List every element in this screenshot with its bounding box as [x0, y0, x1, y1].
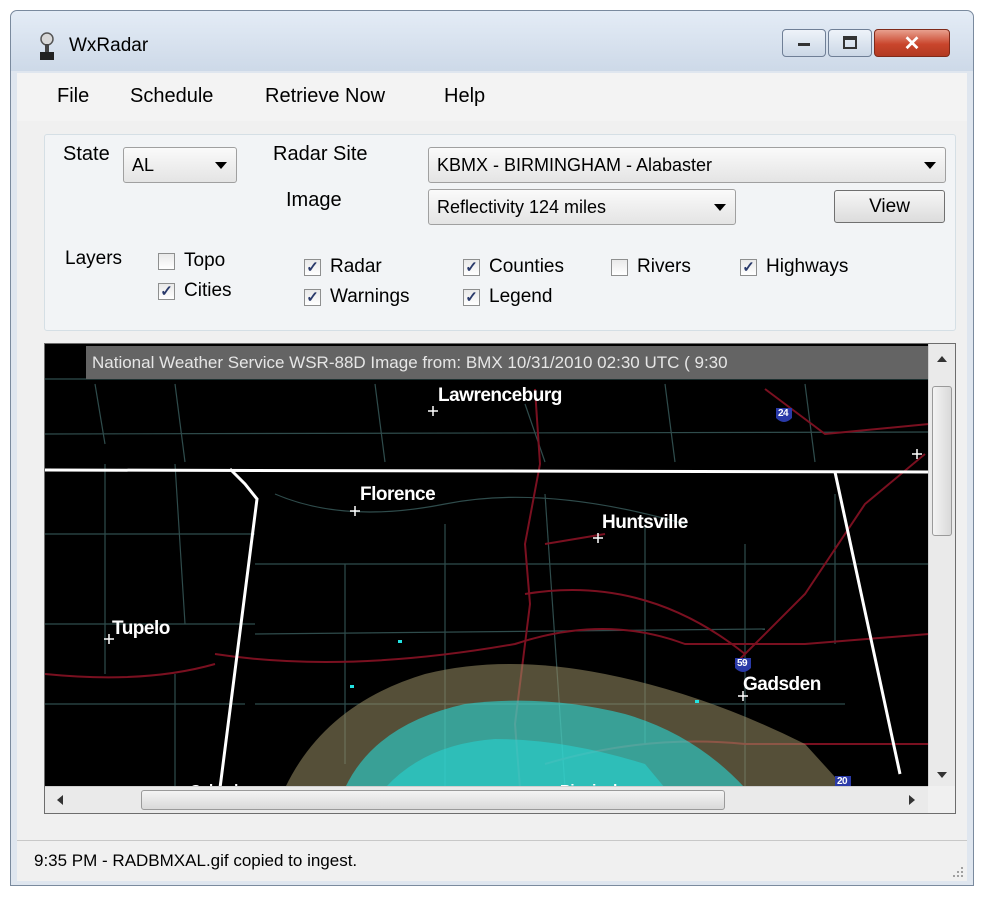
maximize-button[interactable] [828, 29, 872, 57]
layers-label: Layers [65, 248, 123, 269]
radar-image-view[interactable]: Lawrenceburg Florence Huntsville Tupelo … [44, 343, 956, 814]
layer-topo[interactable]: Topo [158, 250, 225, 272]
checkbox-checked[interactable]: ✓ [304, 258, 321, 276]
layer-cities[interactable]: ✓ Cities [158, 280, 232, 302]
layer-legend[interactable]: ✓ Legend [463, 286, 552, 308]
app-window: WxRadar ✕ File Schedule Retrieve Now Hel… [10, 10, 974, 886]
close-icon: ✕ [903, 32, 921, 55]
menu-retrieve-now[interactable]: Retrieve Now [265, 85, 385, 108]
radar-site-dropdown[interactable]: KBMX - BIRMINGHAM - Alabaster [428, 147, 946, 183]
shield-label: 24 [778, 408, 789, 419]
vertical-scrollbar[interactable] [928, 344, 955, 788]
layer-highways[interactable]: ✓ Highways [740, 256, 848, 278]
checkbox-checked[interactable]: ✓ [158, 282, 175, 300]
layer-cities-label: Cities [184, 280, 232, 301]
maximize-icon [843, 36, 857, 49]
radar-site-label: Radar Site [273, 143, 368, 165]
menu-schedule[interactable]: Schedule [130, 85, 213, 108]
status-bar: 9:35 PM - RADBMXAL.gif copied to ingest. [17, 840, 967, 881]
status-text: 9:35 PM - RADBMXAL.gif copied to ingest. [34, 851, 358, 870]
scroll-down-icon[interactable] [937, 772, 947, 778]
horizontal-scrollbar[interactable] [45, 786, 929, 813]
settings-panel: State AL Radar Site KBMX - BIRMINGHAM - … [44, 134, 956, 331]
state-label: State [63, 143, 110, 165]
city-label: Lawrenceburg [438, 385, 562, 406]
menu-bar: File Schedule Retrieve Now Help [17, 73, 967, 121]
horizontal-scroll-thumb[interactable] [141, 790, 725, 810]
layer-warnings[interactable]: ✓ Warnings [304, 286, 410, 308]
layer-topo-label: Topo [184, 250, 226, 271]
layer-counties-label: Counties [489, 256, 564, 277]
layer-warnings-label: Warnings [330, 286, 410, 307]
shield-label: 59 [737, 658, 748, 669]
scroll-right-icon[interactable] [909, 795, 915, 805]
resize-grip-icon[interactable] [949, 863, 965, 879]
radar-site-value: KBMX - BIRMINGHAM - Alabaster [437, 154, 713, 175]
radar-banner: National Weather Service WSR-88D Image f… [86, 346, 936, 379]
checkbox-checked[interactable]: ✓ [463, 288, 480, 306]
layer-highways-label: Highways [766, 256, 849, 277]
image-label: Image [286, 189, 342, 211]
city-label: Tupelo [112, 618, 170, 639]
menu-help[interactable]: Help [444, 85, 485, 108]
scroll-left-icon[interactable] [57, 795, 63, 805]
image-value: Reflectivity 124 miles [437, 196, 607, 217]
scroll-up-icon[interactable] [937, 356, 947, 362]
layer-radar[interactable]: ✓ Radar [304, 256, 382, 278]
city-label: Huntsville [602, 512, 688, 533]
layer-counties[interactable]: ✓ Counties [463, 256, 564, 278]
state-value: AL [132, 154, 155, 175]
layer-rivers-label: Rivers [637, 256, 691, 277]
image-dropdown[interactable]: Reflectivity 124 miles [428, 189, 736, 225]
chevron-down-icon [924, 162, 936, 169]
city-label: Florence [360, 484, 436, 505]
city-markers [104, 406, 922, 701]
view-button[interactable]: View [834, 190, 945, 223]
layer-legend-label: Legend [489, 286, 553, 307]
chevron-down-icon [215, 162, 227, 169]
checkbox-checked[interactable]: ✓ [304, 288, 321, 306]
radar-dish-icon [40, 32, 54, 60]
checkbox-checked[interactable]: ✓ [463, 258, 480, 276]
city-label: Gadsden [743, 674, 821, 695]
checkbox[interactable] [158, 252, 175, 270]
radar-echoes [285, 640, 845, 788]
checkbox-checked[interactable]: ✓ [740, 258, 757, 276]
vertical-scroll-thumb[interactable] [932, 386, 952, 536]
window-title: WxRadar [69, 35, 149, 56]
close-button[interactable]: ✕ [874, 29, 950, 57]
state-dropdown[interactable]: AL [123, 147, 237, 183]
layer-rivers[interactable]: Rivers [611, 256, 691, 278]
client-area: State AL Radar Site KBMX - BIRMINGHAM - … [17, 121, 967, 881]
title-bar[interactable]: WxRadar ✕ [11, 11, 973, 71]
layer-radar-label: Radar [330, 256, 382, 277]
checkbox[interactable] [611, 258, 628, 276]
minimize-icon [798, 43, 810, 46]
radar-map [45, 378, 929, 788]
minimize-button[interactable] [782, 29, 826, 57]
chevron-down-icon [714, 204, 726, 211]
scroll-corner [928, 786, 955, 813]
menu-file[interactable]: File [57, 85, 89, 108]
